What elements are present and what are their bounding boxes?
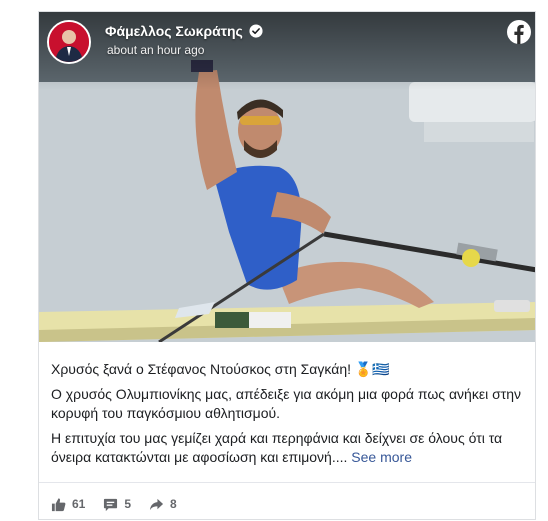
comment-bubble-icon bbox=[104, 498, 118, 511]
comment-count: 5 bbox=[124, 497, 132, 511]
comment-stat[interactable]: 5 bbox=[103, 497, 131, 512]
avatar-portrait-icon bbox=[49, 22, 89, 62]
author-avatar[interactable] bbox=[47, 20, 91, 64]
stats-divider bbox=[39, 482, 535, 483]
caption-line-3-text: Η επιτυχία του μας γεμίζει χαρά και περη… bbox=[51, 430, 503, 465]
see-more-link[interactable]: See more bbox=[351, 449, 412, 465]
thumbs-up-icon bbox=[51, 497, 66, 511]
engagement-stats: 61 5 8 bbox=[51, 494, 177, 514]
share-arrow-icon bbox=[149, 498, 164, 510]
post-caption: Χρυσός ξανά ο Στέφανος Ντούσκος στη Σαγκ… bbox=[51, 360, 527, 473]
share-count: 8 bbox=[170, 497, 177, 511]
caption-line-1: Χρυσός ξανά ο Στέφανος Ντούσκος στη Σαγκ… bbox=[51, 361, 390, 377]
author-name-row: Φάμελλος Σωκράτης bbox=[105, 23, 263, 39]
like-count: 61 bbox=[72, 497, 86, 511]
share-stat[interactable]: 8 bbox=[149, 497, 177, 512]
facebook-post-card: Φάμελλος Σωκράτης about an hour ago Χρυσ… bbox=[38, 11, 536, 520]
post-timestamp[interactable]: about an hour ago bbox=[107, 43, 204, 57]
facebook-logo-icon[interactable] bbox=[507, 20, 531, 44]
post-header: Φάμελλος Σωκράτης about an hour ago bbox=[39, 12, 535, 72]
verified-check-icon bbox=[249, 24, 263, 38]
author-name[interactable]: Φάμελλος Σωκράτης bbox=[105, 23, 243, 39]
caption-line-3: Η επιτυχία του μας γεμίζει χαρά και περη… bbox=[51, 429, 527, 467]
caption-line-2: Ο χρυσός Ολυμπιονίκης μας, απέδειξε για … bbox=[51, 386, 522, 421]
like-stat[interactable]: 61 bbox=[51, 497, 85, 512]
